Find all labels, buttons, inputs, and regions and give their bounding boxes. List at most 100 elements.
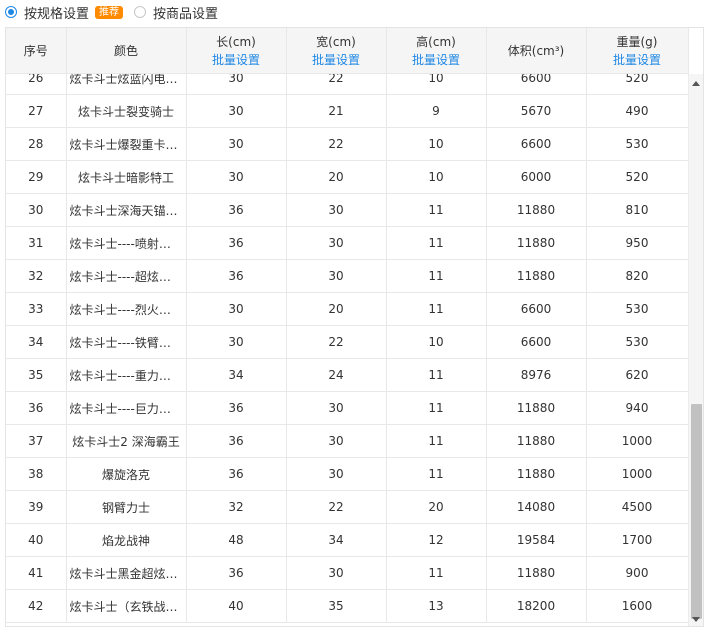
header-volume: 体积(cm³) [486, 28, 587, 74]
cell-color: 炫卡斗士----烈火修罗战神 [66, 292, 187, 326]
cell-height: 11 [386, 259, 487, 293]
cell-color: 炫卡斗士2 深海霸王 [66, 424, 187, 458]
cell-index: 30 [6, 193, 67, 227]
cell-index: 31 [6, 226, 67, 260]
vertical-scrollbar[interactable] [688, 74, 703, 626]
batch-set-width-link[interactable]: 批量设置 [287, 51, 386, 69]
cell-width: 30 [286, 457, 387, 491]
cell-length: 36 [186, 193, 287, 227]
radio-option-by-spec[interactable]: 按规格设置 推荐 [5, 3, 124, 22]
cell-length: 36 [186, 457, 287, 491]
table-row: 40 焰龙战神 48 34 12 19584 1700 [6, 523, 688, 557]
radio-button-unchecked[interactable] [134, 6, 146, 18]
cell-width: 30 [286, 226, 387, 260]
recommend-badge: 推荐 [95, 5, 124, 19]
batch-set-height-link[interactable]: 批量设置 [387, 51, 486, 69]
table-row: 36 炫卡斗士----巨力战神 36 30 11 11880 940 [6, 391, 688, 425]
table-body: 26 炫卡斗士炫蓝闪电战神 30 22 10 6600 520 27 炫卡斗士裂变骑士 30 21 9… [6, 74, 688, 623]
table-row: 30 炫卡斗士深海天锚战神 36 30 11 11880 810 [6, 193, 688, 227]
cell-height: 11 [386, 292, 487, 326]
cell-width: 22 [286, 74, 387, 95]
cell-length: 48 [186, 523, 287, 557]
cell-width: 34 [286, 523, 387, 557]
cell-height: 9 [386, 94, 487, 128]
cell-width: 22 [286, 490, 387, 524]
batch-set-length-link[interactable]: 批量设置 [187, 51, 286, 69]
cell-weight: 1000 [586, 424, 688, 458]
radio-option-by-product[interactable]: 按商品设置 [134, 3, 218, 22]
table-header: 序号 颜色 长(cm) 批量设置 宽(cm) 批量设置 高(cm) 批量设置 体… [6, 28, 689, 74]
scroll-up-arrow-icon[interactable] [692, 81, 700, 86]
table-row: 28 炫卡斗士爆裂重卡战神 30 22 10 6600 530 [6, 127, 688, 161]
cell-color: 钢臂力士 [66, 490, 187, 524]
header-weight: 重量(g) 批量设置 [586, 28, 689, 74]
cell-volume: 11880 [486, 457, 587, 491]
cell-index: 39 [6, 490, 67, 524]
cell-color: 炫卡斗士爆裂重卡战神 [66, 127, 187, 161]
cell-index: 42 [6, 589, 67, 623]
cell-color: 炫卡斗士----重力战神 [66, 358, 187, 392]
cell-weight: 530 [586, 127, 688, 161]
cell-weight: 620 [586, 358, 688, 392]
cell-length: 34 [186, 358, 287, 392]
cell-length: 30 [186, 325, 287, 359]
cell-volume: 6600 [486, 292, 587, 326]
cell-length: 30 [186, 127, 287, 161]
cell-height: 10 [386, 160, 487, 194]
cell-weight: 4500 [586, 490, 688, 524]
cell-volume: 6000 [486, 160, 587, 194]
cell-height: 11 [386, 457, 487, 491]
cell-weight: 520 [586, 74, 688, 95]
table-row: 39 钢臂力士 32 22 20 14080 4500 [6, 490, 688, 524]
cell-weight: 820 [586, 259, 688, 293]
cell-index: 35 [6, 358, 67, 392]
setting-mode-radio-group: 按规格设置 推荐 按商品设置 [0, 0, 712, 24]
cell-weight: 810 [586, 193, 688, 227]
cell-width: 24 [286, 358, 387, 392]
cell-volume: 11880 [486, 259, 587, 293]
cell-volume: 11880 [486, 226, 587, 260]
table-row: 35 炫卡斗士----重力战神 34 24 11 8976 620 [6, 358, 688, 392]
cell-color: 炫卡斗士黑金超炫战神 [66, 556, 187, 590]
cell-weight: 530 [586, 292, 688, 326]
cell-height: 11 [386, 226, 487, 260]
cell-height: 20 [386, 490, 487, 524]
cell-color: 炫卡斗士----铁臂战神 [66, 325, 187, 359]
header-width: 宽(cm) 批量设置 [286, 28, 387, 74]
cell-volume: 14080 [486, 490, 587, 524]
cell-index: 38 [6, 457, 67, 491]
table-row: 37 炫卡斗士2 深海霸王 36 30 11 11880 1000 [6, 424, 688, 458]
cell-index: 29 [6, 160, 67, 194]
radio-button-checked[interactable] [5, 6, 17, 18]
table-row: 38 爆旋洛克 36 30 11 11880 1000 [6, 457, 688, 491]
table-body-viewport[interactable]: 26 炫卡斗士炫蓝闪电战神 30 22 10 6600 520 27 炫卡斗士裂变骑士 30 21 9… [6, 74, 688, 626]
table-row: 41 炫卡斗士黑金超炫战神 36 30 11 11880 900 [6, 556, 688, 590]
cell-color: 炫卡斗士----巨力战神 [66, 391, 187, 425]
cell-volume: 18200 [486, 589, 587, 623]
cell-weight: 940 [586, 391, 688, 425]
header-index: 序号 [6, 28, 67, 74]
cell-index: 27 [6, 94, 67, 128]
table-row: 27 炫卡斗士裂变骑士 30 21 9 5670 490 [6, 94, 688, 128]
table-row: 32炫卡斗士----超炫电光战神36301111880820 [6, 259, 688, 293]
cell-color: 焰龙战神 [66, 523, 187, 557]
table-row: 29 炫卡斗士暗影特工 30 20 10 6000 520 [6, 160, 688, 194]
scrollbar-thumb[interactable] [691, 404, 702, 619]
batch-set-weight-link[interactable]: 批量设置 [587, 51, 688, 69]
cell-width: 30 [286, 424, 387, 458]
cell-volume: 8976 [486, 358, 587, 392]
table-row: 34 炫卡斗士----铁臂战神 30 22 10 6600 530 [6, 325, 688, 359]
cell-width: 22 [286, 127, 387, 161]
cell-width: 20 [286, 160, 387, 194]
cell-color: 炫卡斗士暗影特工 [66, 160, 187, 194]
radio-label-by-spec: 按规格设置 [24, 6, 90, 22]
cell-weight: 1000 [586, 457, 688, 491]
scroll-down-arrow-icon[interactable] [692, 617, 700, 622]
cell-index: 40 [6, 523, 67, 557]
cell-index: 26 [6, 74, 67, 95]
cell-length: 36 [186, 259, 287, 293]
cell-length: 32 [186, 490, 287, 524]
cell-width: 21 [286, 94, 387, 128]
cell-volume: 11880 [486, 556, 587, 590]
cell-color: 炫卡斗士裂变骑士 [66, 94, 187, 128]
